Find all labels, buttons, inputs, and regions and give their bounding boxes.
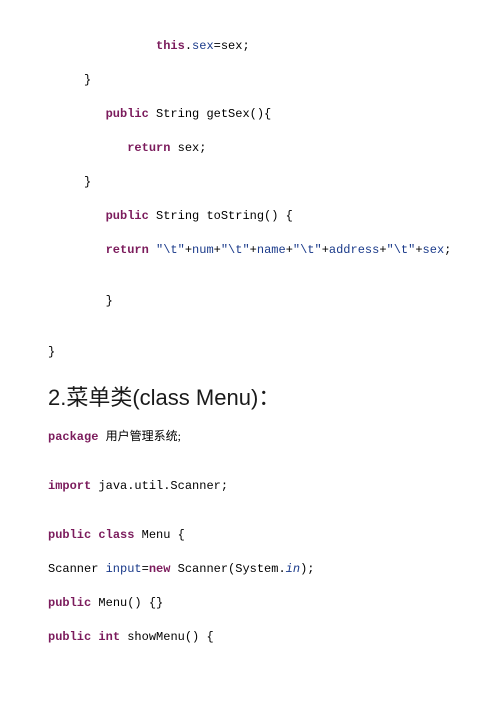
kw-package: package <box>48 430 98 444</box>
method-sig: String toString() { <box>149 209 293 223</box>
plus: + <box>379 243 386 257</box>
plus: + <box>286 243 293 257</box>
method-sig: String getSex(){ <box>149 107 271 121</box>
code-line: } <box>48 174 452 191</box>
assign: =sex; <box>214 39 250 53</box>
kw-return: return <box>127 141 170 155</box>
field-sex: sex <box>423 243 445 257</box>
kw-public: public <box>48 630 91 644</box>
field-in: in <box>286 562 300 576</box>
indent <box>48 243 106 257</box>
plus: + <box>185 243 192 257</box>
ctor: Scanner(System. <box>170 562 285 576</box>
semicolon: ; <box>444 243 451 257</box>
kw-public: public <box>48 528 91 542</box>
indent <box>48 209 106 223</box>
field-input: input <box>106 562 142 576</box>
field-name: name <box>257 243 286 257</box>
code-line: return "\t"+num+"\t"+name+"\t"+address+"… <box>48 242 452 259</box>
code-line: this.sex=sex; <box>48 38 452 55</box>
kw-public: public <box>106 209 149 223</box>
code-line: public Menu() {} <box>48 595 452 612</box>
field-address: address <box>329 243 379 257</box>
package-name: 用户管理系统; <box>106 429 181 443</box>
field-sex: sex <box>192 39 214 53</box>
kw-int: int <box>98 630 120 644</box>
indent <box>48 73 84 87</box>
code-line: } <box>48 344 452 361</box>
type-scanner: Scanner <box>48 562 106 576</box>
space <box>149 243 156 257</box>
kw-public: public <box>106 107 149 121</box>
code-line: return sex; <box>48 140 452 157</box>
indent <box>48 107 106 121</box>
field-num: num <box>192 243 214 257</box>
plus: + <box>214 243 221 257</box>
indent <box>48 175 84 189</box>
class-name: Menu { <box>134 528 184 542</box>
kw-import: import <box>48 479 91 493</box>
code-line: public int showMenu() { <box>48 629 452 646</box>
kw-return: return <box>106 243 149 257</box>
indent <box>48 294 106 308</box>
str: "\t" <box>156 243 185 257</box>
str: "\t" <box>387 243 416 257</box>
brace: } <box>48 345 55 359</box>
brace: } <box>84 175 91 189</box>
str: "\t" <box>293 243 322 257</box>
code-line: import java.util.Scanner; <box>48 478 452 495</box>
code-line: } <box>48 293 452 310</box>
plus: + <box>415 243 422 257</box>
ctor-sig: Menu() {} <box>91 596 163 610</box>
kw-public: public <box>48 596 91 610</box>
code-line: public String toString() { <box>48 208 452 225</box>
kw-new: new <box>149 562 171 576</box>
return-val: sex; <box>170 141 206 155</box>
section-heading: 2.菜单类(class Menu)： <box>48 383 452 414</box>
str: "\t" <box>221 243 250 257</box>
method-sig: showMenu() { <box>120 630 214 644</box>
plus: + <box>322 243 329 257</box>
code-line: } <box>48 72 452 89</box>
dot: . <box>185 39 192 53</box>
space <box>98 430 105 444</box>
brace: } <box>106 294 113 308</box>
import-path: java.util.Scanner; <box>91 479 228 493</box>
code-line: public String getSex(){ <box>48 106 452 123</box>
brace: } <box>84 73 91 87</box>
kw-this: this <box>156 39 185 53</box>
kw-class: class <box>98 528 134 542</box>
code-line: public class Menu { <box>48 527 452 544</box>
code-line: Scanner input=new Scanner(System.in); <box>48 561 452 578</box>
code-line: package 用户管理系统; <box>48 428 452 446</box>
eq: = <box>142 562 149 576</box>
plus: + <box>250 243 257 257</box>
paren: ); <box>300 562 314 576</box>
indent <box>48 141 127 155</box>
indent <box>48 39 156 53</box>
